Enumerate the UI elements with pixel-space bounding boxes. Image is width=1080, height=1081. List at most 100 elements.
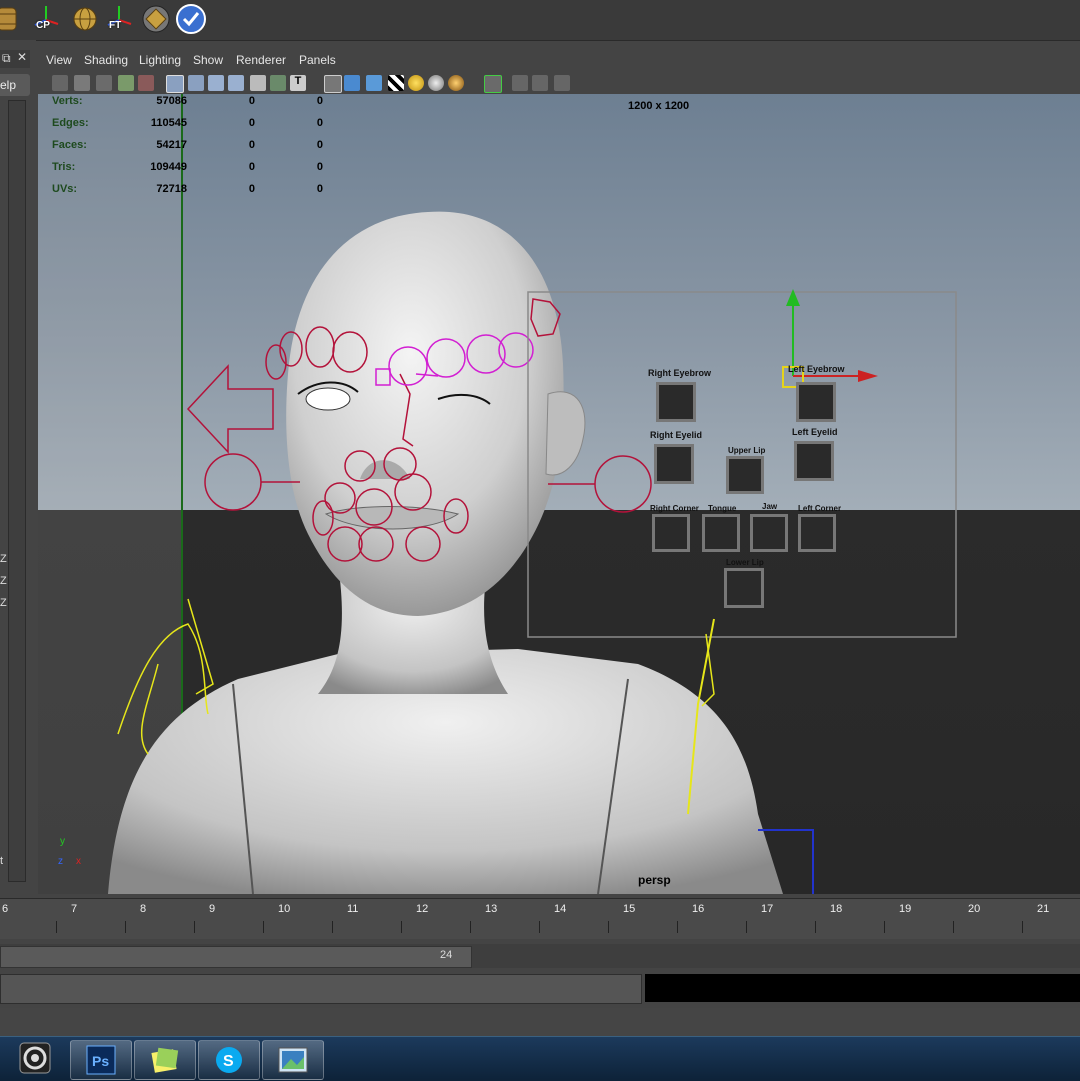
safe-action-icon[interactable] xyxy=(270,75,286,91)
time-tick-label: 18 xyxy=(830,903,843,915)
time-tick-mark xyxy=(470,921,471,933)
film-gate-icon[interactable] xyxy=(138,75,154,91)
field-chart-icon[interactable] xyxy=(250,75,266,91)
wireframe-on-shaded-icon[interactable] xyxy=(366,75,382,91)
time-tick-label: 21 xyxy=(1037,903,1050,915)
svg-text:y: y xyxy=(60,836,65,847)
command-result-field xyxy=(645,974,1080,1002)
range-slider-handle[interactable] xyxy=(0,946,472,968)
photo-viewer-app-icon[interactable] xyxy=(262,1040,324,1080)
time-tick-mark xyxy=(194,921,195,933)
texture-icon[interactable] xyxy=(388,75,404,91)
gui-label: Upper Lip xyxy=(728,446,766,455)
camera-name-label: persp xyxy=(638,873,671,887)
time-tick-label: 7 xyxy=(71,903,78,915)
left-scrollbar[interactable] xyxy=(8,100,26,882)
shadows-icon[interactable] xyxy=(448,75,464,91)
range-end-value: 24 xyxy=(440,949,453,961)
gui-box[interactable] xyxy=(750,514,788,552)
time-tick-mark xyxy=(1022,921,1023,933)
default-lighting-icon[interactable] xyxy=(408,75,424,91)
gui-label: Jaw xyxy=(762,502,778,511)
time-tick-mark xyxy=(263,921,264,933)
t-label: t xyxy=(0,855,4,867)
maya-app-icon[interactable] xyxy=(18,1041,52,1075)
time-tick-mark xyxy=(125,921,126,933)
gui-box[interactable] xyxy=(656,382,696,422)
checkmark-icon[interactable] xyxy=(175,2,207,34)
film-gate-toggle-icon[interactable] xyxy=(188,75,204,91)
time-tick-mark xyxy=(332,921,333,933)
time-tick-label: 6 xyxy=(2,903,9,915)
resolution-gate-icon[interactable] xyxy=(208,75,224,91)
time-slider[interactable]: 6 7 8 9 10 11 12 13 14 15 16 17 18 19 20 21 xyxy=(0,898,1080,939)
skype-app-icon[interactable]: S xyxy=(198,1040,260,1080)
select-camera-icon[interactable] xyxy=(52,75,68,91)
camera-attributes-icon[interactable] xyxy=(74,75,90,91)
safe-title-icon[interactable]: T xyxy=(290,75,306,91)
xray-joints-icon[interactable] xyxy=(532,75,548,91)
menu-panels[interactable]: Panels xyxy=(299,53,336,67)
svg-text:Ps: Ps xyxy=(92,1053,109,1069)
grid-icon[interactable] xyxy=(166,75,184,93)
smooth-shade-icon[interactable] xyxy=(344,75,360,91)
command-line-input[interactable] xyxy=(0,974,642,1004)
taskbar: Ps S xyxy=(0,1036,1080,1081)
gui-label: Right Eyelid xyxy=(650,430,703,440)
help-menu[interactable]: elp xyxy=(0,74,30,96)
gui-box[interactable] xyxy=(724,568,764,608)
time-tick-label: 13 xyxy=(485,903,498,915)
gui-box[interactable] xyxy=(798,514,836,552)
menu-shading[interactable]: Shading xyxy=(84,53,128,67)
menu-show[interactable]: Show xyxy=(193,53,223,67)
all-lights-icon[interactable] xyxy=(428,75,444,91)
ft-axis-icon[interactable]: FT xyxy=(103,2,135,34)
xray-icon[interactable] xyxy=(512,75,528,91)
gui-box[interactable] xyxy=(702,514,740,552)
gui-box[interactable] xyxy=(796,382,836,422)
gui-box[interactable] xyxy=(654,444,694,484)
viewport[interactable]: Verts: 57086 0 0 Edges: 110545 0 0 Faces… xyxy=(38,94,1080,894)
photoshop-app-icon[interactable]: Ps xyxy=(70,1040,132,1080)
panel-menu-bar: View Shading Lighting Show Renderer Pane… xyxy=(38,50,1080,72)
axis-label-column: Z Z Z xyxy=(0,553,8,623)
sticky-notes-app-icon[interactable] xyxy=(134,1040,196,1080)
time-tick-mark xyxy=(884,921,885,933)
gui-box[interactable] xyxy=(652,514,690,552)
wireframe-icon[interactable] xyxy=(324,75,342,93)
time-tick-mark xyxy=(56,921,57,933)
time-tick-mark xyxy=(539,921,540,933)
panel-close-icon[interactable]: ⧉ ✕ xyxy=(0,50,30,68)
svg-text:x: x xyxy=(76,856,81,867)
barrel-icon[interactable] xyxy=(0,2,24,34)
isolate-select-icon[interactable] xyxy=(484,75,502,93)
bookmark-icon[interactable] xyxy=(96,75,112,91)
time-tick-label: 12 xyxy=(416,903,429,915)
time-tick-mark xyxy=(815,921,816,933)
cp-axis-icon[interactable]: CP xyxy=(30,2,62,34)
time-tick-label: 17 xyxy=(761,903,774,915)
z-label: Z xyxy=(0,575,7,587)
time-tick-mark xyxy=(953,921,954,933)
time-tick-mark xyxy=(401,921,402,933)
image-plane-icon[interactable] xyxy=(118,75,134,91)
globe-icon[interactable] xyxy=(69,2,101,34)
help-line xyxy=(0,1008,1080,1036)
time-tick-label: 20 xyxy=(968,903,981,915)
ft-label: FT xyxy=(109,20,122,31)
shelf-bar: CP FT xyxy=(0,0,1080,41)
gui-box[interactable] xyxy=(794,441,834,481)
menu-renderer[interactable]: Renderer xyxy=(236,53,286,67)
panel-toolbar: T xyxy=(38,72,1080,95)
disc-tool-icon[interactable] xyxy=(140,2,172,34)
menu-lighting[interactable]: Lighting xyxy=(139,53,181,67)
hardware-render-icon[interactable] xyxy=(554,75,570,91)
menu-view[interactable]: View xyxy=(46,53,72,67)
gui-label: Lower Lip xyxy=(726,558,764,567)
gui-box[interactable] xyxy=(726,456,764,494)
time-tick-label: 10 xyxy=(278,903,291,915)
gate-mask-icon[interactable] xyxy=(228,75,244,91)
time-tick-mark xyxy=(746,921,747,933)
time-tick-mark xyxy=(677,921,678,933)
gui-label: Right Corner xyxy=(650,504,699,513)
